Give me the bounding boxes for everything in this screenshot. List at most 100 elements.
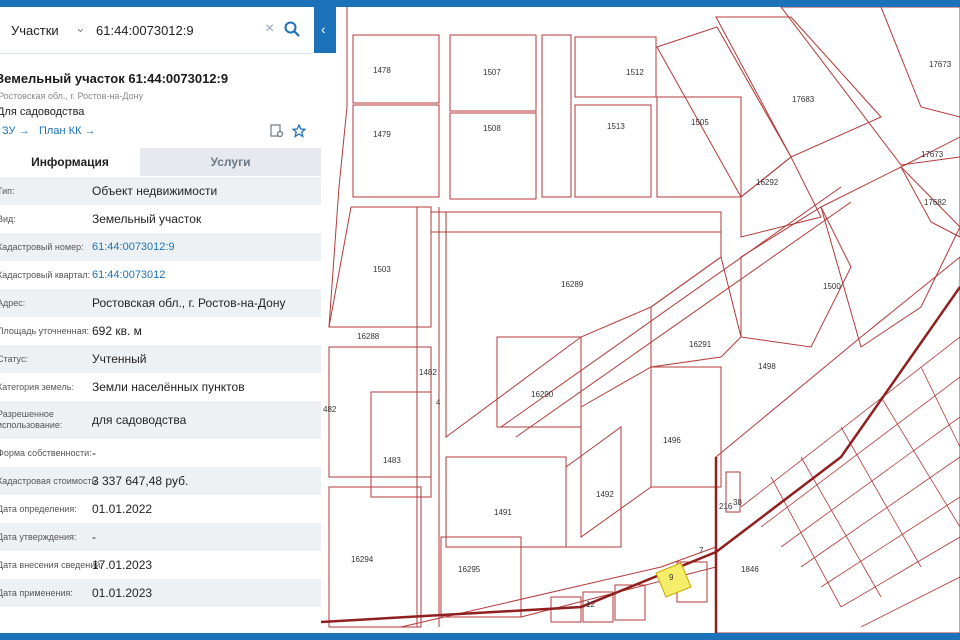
row-label: Кадастровый квартал: bbox=[0, 270, 91, 280]
table-row: Разрешенное использование: для садоводст… bbox=[0, 401, 321, 439]
search-input[interactable]: 61:44:0073012:9 bbox=[96, 23, 194, 38]
row-label: Тип: bbox=[0, 186, 15, 196]
svg-text:17683: 17683 bbox=[792, 95, 815, 104]
svg-text:16291: 16291 bbox=[689, 340, 712, 349]
table-row: Дата применения: 01.01.2023 bbox=[0, 579, 321, 607]
object-title: Земельный участок 61:44:0073012:9 bbox=[0, 71, 229, 86]
svg-text:17673: 17673 bbox=[929, 60, 952, 69]
row-label: Статус: bbox=[0, 354, 28, 364]
row-value: Земельный участок bbox=[92, 212, 202, 226]
svg-text:1846: 1846 bbox=[741, 565, 759, 574]
svg-text:12: 12 bbox=[586, 600, 595, 609]
table-row: Категория земель: Земли населённых пункт… bbox=[0, 373, 321, 401]
row-value: Ростовская обл., г. Ростов-на-Дону bbox=[92, 296, 286, 310]
svg-text:1508: 1508 bbox=[483, 124, 501, 133]
row-value: Объект недвижимости bbox=[92, 184, 218, 198]
row-label: Площадь уточненная: bbox=[0, 326, 89, 336]
row-label: Вид: bbox=[0, 214, 16, 224]
search-type-select[interactable]: Участки bbox=[11, 23, 59, 38]
document-search-icon[interactable] bbox=[270, 124, 284, 143]
svg-text:216: 216 bbox=[719, 502, 733, 511]
svg-text:1503: 1503 bbox=[373, 265, 391, 274]
row-value: 3 337 647,48 руб. bbox=[92, 474, 189, 488]
search-bar: Участки ⌄ 61:44:0073012:9 × bbox=[0, 7, 312, 54]
chevron-down-icon[interactable]: ⌄ bbox=[75, 20, 86, 36]
svg-text:1492: 1492 bbox=[596, 490, 614, 499]
table-row: Тип: Объект недвижимости bbox=[0, 177, 321, 205]
svg-text:16295: 16295 bbox=[458, 565, 481, 574]
table-row: Адрес: Ростовская обл., г. Ростов-на-Дон… bbox=[0, 289, 321, 317]
tab-info[interactable]: Информация bbox=[0, 148, 140, 176]
row-value: для садоводства bbox=[92, 413, 187, 427]
svg-text:17673: 17673 bbox=[921, 150, 944, 159]
table-row: Кадастровая стоимость: 3 337 647,48 руб. bbox=[0, 467, 321, 495]
tab-services[interactable]: Услуги bbox=[140, 148, 321, 176]
chevron-left-icon: ‹ bbox=[321, 21, 326, 37]
table-row: Дата внесения сведений: 17.01.2023 bbox=[0, 551, 321, 579]
object-use: Для садоводства bbox=[0, 106, 85, 118]
row-value: - bbox=[92, 446, 96, 460]
row-label: Кадастровая стоимость: bbox=[0, 476, 99, 486]
star-icon[interactable] bbox=[291, 123, 307, 143]
row-label: Категория земель: bbox=[0, 382, 74, 392]
svg-text:9: 9 bbox=[669, 573, 674, 582]
svg-text:38: 38 bbox=[733, 498, 742, 507]
table-row: Форма собственности: - bbox=[0, 439, 321, 467]
top-accent-bar bbox=[0, 0, 960, 7]
row-label: Дата внесения сведений: bbox=[0, 560, 103, 570]
svg-text:1482: 1482 bbox=[419, 368, 437, 377]
svg-text:1483: 1483 bbox=[383, 456, 401, 465]
search-icon[interactable] bbox=[284, 21, 300, 42]
row-label: Дата определения: bbox=[0, 504, 77, 514]
svg-text:16289: 16289 bbox=[561, 280, 584, 289]
svg-text:16294: 16294 bbox=[351, 555, 374, 564]
bottom-accent-bar bbox=[0, 633, 960, 640]
row-value: 17.01.2023 bbox=[92, 558, 153, 572]
row-value: 01.01.2023 bbox=[92, 586, 153, 600]
link-plan-kk[interactable]: План КК → bbox=[39, 125, 95, 137]
object-address: Ростовская обл., г. Ростов-на-Дону bbox=[0, 91, 144, 101]
info-panel: Земельный участок 61:44:0073012:9 Ростов… bbox=[0, 7, 321, 633]
svg-text:1479: 1479 bbox=[373, 130, 391, 139]
svg-text:482: 482 bbox=[323, 405, 337, 414]
tab-bar: Информация Услуги bbox=[0, 148, 321, 176]
svg-text:16288: 16288 bbox=[357, 332, 380, 341]
row-label: Форма собственности: bbox=[0, 448, 92, 458]
svg-text:17682: 17682 bbox=[924, 198, 947, 207]
svg-text:1513: 1513 bbox=[607, 122, 625, 131]
table-row: Дата утверждения: - bbox=[0, 523, 321, 551]
svg-text:1478: 1478 bbox=[373, 66, 391, 75]
cadastral-map[interactable]: 1478 1507 1512 17673 1479 1508 1513 1505… bbox=[321, 7, 960, 633]
svg-text:1512: 1512 bbox=[626, 68, 644, 77]
collapse-panel-button[interactable]: ‹ bbox=[314, 7, 336, 53]
svg-text:1496: 1496 bbox=[663, 436, 681, 445]
svg-text:16290: 16290 bbox=[531, 390, 554, 399]
svg-text:1507: 1507 bbox=[483, 68, 501, 77]
row-value: - bbox=[92, 530, 96, 544]
row-label: Дата утверждения: bbox=[0, 532, 77, 542]
table-row: Статус: Учтенный bbox=[0, 345, 321, 373]
svg-text:1491: 1491 bbox=[494, 508, 512, 517]
cadastral-quarter-link[interactable]: 61:44:0073012 bbox=[92, 269, 165, 281]
table-row: Вид: Земельный участок bbox=[0, 205, 321, 233]
row-label: Дата применения: bbox=[0, 588, 73, 598]
svg-text:1500: 1500 bbox=[823, 282, 841, 291]
row-label: Адрес: bbox=[0, 298, 26, 308]
row-value: Учтенный bbox=[92, 352, 147, 366]
svg-text:1505: 1505 bbox=[691, 118, 709, 127]
svg-text:16292: 16292 bbox=[756, 178, 779, 187]
row-label: Кадастровый номер: bbox=[0, 242, 84, 252]
svg-text:1498: 1498 bbox=[758, 362, 776, 371]
svg-text:4: 4 bbox=[436, 398, 441, 407]
cadastral-number-link[interactable]: 61:44:0073012:9 bbox=[92, 241, 175, 253]
row-value: 01.01.2022 bbox=[92, 502, 153, 516]
link-zu[interactable]: ЗУ → bbox=[2, 125, 30, 137]
row-value: 692 кв. м bbox=[92, 324, 142, 338]
table-row: Кадастровый номер: 61:44:0073012:9 bbox=[0, 233, 321, 261]
table-row: Площадь уточненная: 692 кв. м bbox=[0, 317, 321, 345]
row-value: Земли населённых пунктов bbox=[92, 380, 245, 394]
table-row: Дата определения: 01.01.2022 bbox=[0, 495, 321, 523]
table-row: Кадастровый квартал: 61:44:0073012 bbox=[0, 261, 321, 289]
row-label: Разрешенное использование: bbox=[0, 409, 63, 430]
close-icon[interactable]: × bbox=[265, 20, 274, 38]
